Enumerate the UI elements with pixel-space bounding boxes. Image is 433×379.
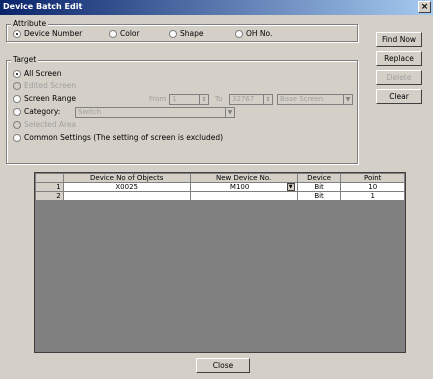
radio-screen-range[interactable]: Screen Range <box>13 94 76 103</box>
title-bar: Device Batch Edit × <box>0 0 433 15</box>
cell-device-no[interactable]: X0025 <box>62 182 191 192</box>
clear-button[interactable]: Clear <box>376 89 422 104</box>
radio-dot-icon <box>13 107 21 116</box>
radio-all-screen-label: All Screen <box>24 69 62 78</box>
column-header-device: Device <box>296 173 342 183</box>
radio-category[interactable]: Category: <box>13 107 60 116</box>
radio-oh-no[interactable]: OH No. <box>235 29 272 38</box>
radio-dot-icon <box>13 69 21 78</box>
column-header-point: Point <box>340 173 405 183</box>
device-table: Device No of Objects New Device No. Devi… <box>35 173 405 201</box>
cell-new-device-no[interactable] <box>189 191 298 201</box>
target-group: Target All Screen Edited Screen Screen R… <box>6 55 358 164</box>
radio-oh-no-label: OH No. <box>246 29 273 38</box>
close-icon[interactable]: × <box>418 1 431 13</box>
to-spinner[interactable]: 32767 ⇕ <box>229 94 273 105</box>
radio-dot-icon <box>13 120 21 129</box>
radio-dot-icon <box>13 133 21 142</box>
replace-button[interactable]: Replace <box>376 51 422 66</box>
cell-point[interactable]: 1 <box>340 191 405 201</box>
spin-arrows-icon[interactable]: ⇕ <box>199 95 208 104</box>
to-label: To <box>215 95 223 103</box>
from-value: 1 <box>172 95 177 103</box>
radio-dot-icon <box>13 94 21 103</box>
spin-arrows-icon[interactable]: ⇕ <box>263 95 272 104</box>
device-table-area: Device No of Objects New Device No. Devi… <box>34 172 406 353</box>
radio-screen-range-label: Screen Range <box>24 94 76 103</box>
radio-shape-label: Shape <box>180 29 204 38</box>
radio-device-number[interactable]: Device Number <box>13 29 82 38</box>
chevron-down-icon[interactable]: ▼ <box>225 108 234 117</box>
column-header-new-device-no: New Device No. <box>189 173 298 183</box>
radio-all-screen[interactable]: All Screen <box>13 69 61 78</box>
radio-selected-area-label: Selected Area <box>24 120 77 129</box>
column-header-device-no: Device No of Objects <box>62 173 191 183</box>
chevron-down-icon[interactable]: ▼ <box>286 183 295 191</box>
attribute-legend: Attribute <box>11 19 49 28</box>
radio-dot-icon <box>109 29 117 38</box>
chevron-down-icon[interactable]: ▼ <box>343 95 352 104</box>
row-number: 2 <box>35 191 64 201</box>
cell-point[interactable]: 10 <box>340 182 405 192</box>
category-value: Switch <box>78 108 102 116</box>
table-row[interactable]: 2 Bit 1 <box>35 191 405 201</box>
cell-device-no[interactable] <box>62 191 191 201</box>
radio-selected-area[interactable]: Selected Area <box>13 120 76 129</box>
radio-common-settings[interactable]: Common Settings (The setting of screen i… <box>13 133 223 142</box>
radio-edited-screen[interactable]: Edited Screen <box>13 81 76 90</box>
attribute-group: Attribute Device Number Color Shape OH N… <box>6 19 358 42</box>
cell-new-device-no[interactable]: M100 ▼ <box>189 182 298 192</box>
category-select[interactable]: Switch ▼ <box>75 107 235 118</box>
row-number: 1 <box>35 182 64 192</box>
cell-new-device-no-value: M100 <box>229 183 250 191</box>
device-batch-edit-window: Device Batch Edit × Attribute Device Num… <box>0 0 433 379</box>
cell-device[interactable]: Bit <box>296 191 342 201</box>
radio-dot-icon <box>13 29 21 38</box>
radio-edited-screen-label: Edited Screen <box>24 81 77 90</box>
table-header-row: Device No of Objects New Device No. Devi… <box>35 173 405 183</box>
corner-header <box>35 173 64 183</box>
delete-button[interactable]: Delete <box>376 70 422 85</box>
find-now-button[interactable]: Find Now <box>376 32 422 47</box>
screen-type-select[interactable]: Base Screen ▼ <box>277 94 353 105</box>
table-row[interactable]: 1 X0025 M100 ▼ Bit 10 <box>35 182 405 192</box>
radio-dot-icon <box>169 29 177 38</box>
radio-dot-icon <box>235 29 243 38</box>
window-title: Device Batch Edit <box>3 2 83 11</box>
radio-color[interactable]: Color <box>109 29 140 38</box>
from-label: From <box>149 95 167 103</box>
radio-common-settings-label: Common Settings (The setting of screen i… <box>24 133 224 142</box>
from-spinner[interactable]: 1 ⇕ <box>169 94 209 105</box>
radio-category-label: Category: <box>24 107 61 116</box>
screen-type-value: Base Screen <box>280 95 324 103</box>
cell-device[interactable]: Bit <box>296 182 342 192</box>
radio-shape[interactable]: Shape <box>169 29 204 38</box>
close-button[interactable]: Close <box>196 358 250 373</box>
radio-device-number-label: Device Number <box>24 29 83 38</box>
target-legend: Target <box>11 55 39 64</box>
radio-color-label: Color <box>120 29 140 38</box>
to-value: 32767 <box>232 95 255 103</box>
radio-dot-icon <box>13 81 21 90</box>
